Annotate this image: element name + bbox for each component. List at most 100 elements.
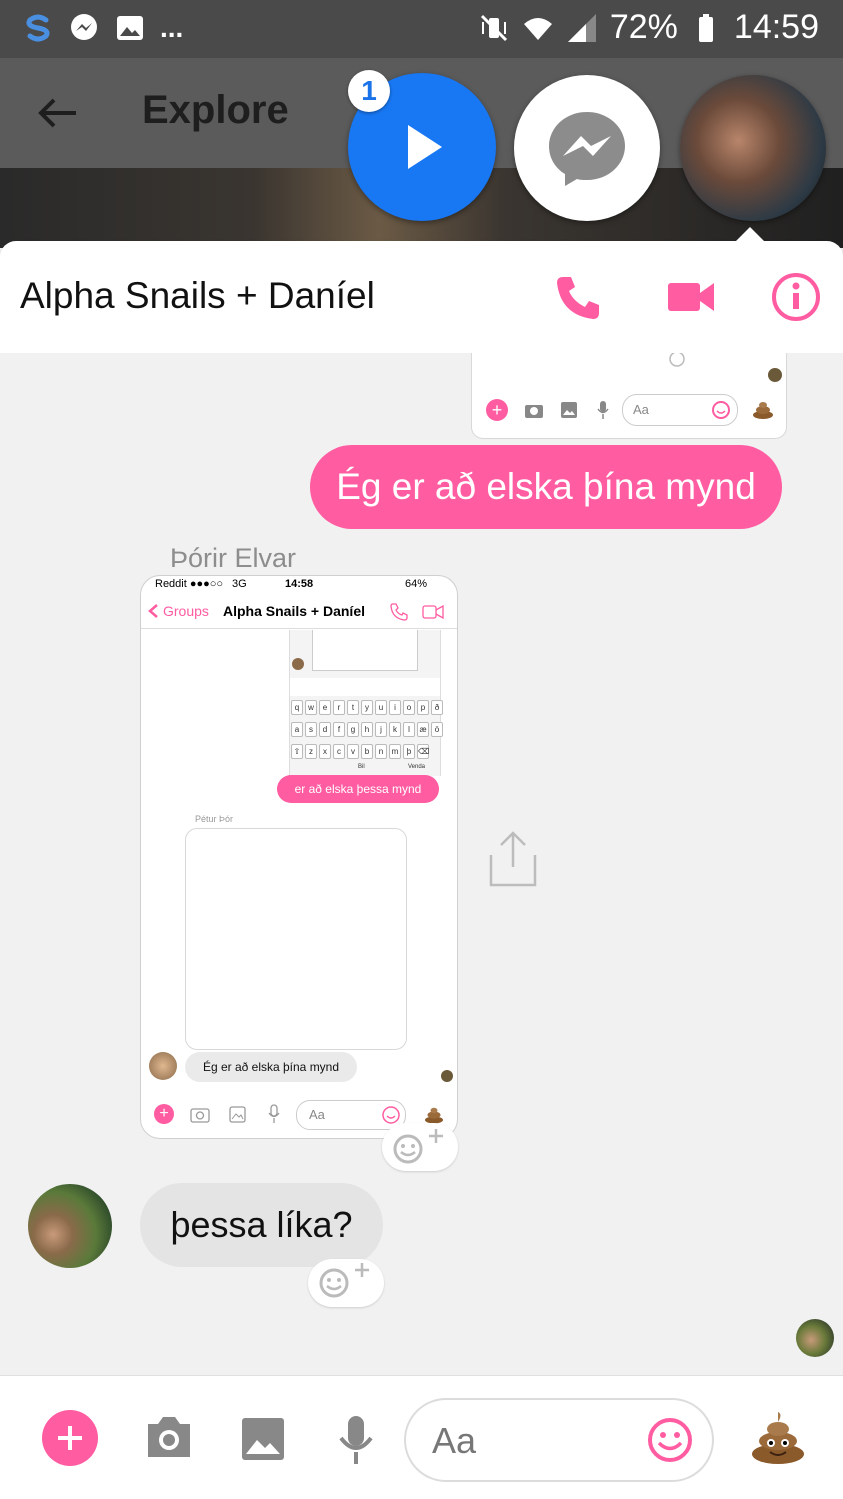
key: s xyxy=(305,722,317,737)
key: ö xyxy=(431,722,443,737)
microphone-icon[interactable] xyxy=(336,1414,376,1466)
key: d xyxy=(319,722,331,737)
mini-gallery-icon xyxy=(561,402,577,418)
shot-mic-icon xyxy=(268,1104,280,1123)
gallery-notification-icon xyxy=(117,16,143,40)
battery-icon xyxy=(698,13,713,42)
outgoing-message-bubble[interactable]: Ég er að elska þína mynd xyxy=(310,445,782,529)
key: h xyxy=(361,722,373,737)
camera-icon[interactable] xyxy=(144,1414,194,1460)
clock: 14:59 xyxy=(733,8,819,46)
key: p xyxy=(417,700,429,715)
mini-input-placeholder: Aa xyxy=(633,402,649,417)
key: u xyxy=(375,700,387,715)
add-reaction-button[interactable] xyxy=(382,1123,458,1171)
messenger-notification-icon xyxy=(71,14,97,40)
shot-nested-screenshot: qwertyuiopð asdfghjklæö ⇧ z x c v b n m þ ⌫ Bil V… xyxy=(289,630,443,776)
mini-text-input: Aa xyxy=(622,394,738,426)
key: ð xyxy=(431,700,443,715)
s-app-icon xyxy=(26,14,50,42)
key: k xyxy=(389,722,401,737)
share-icon[interactable] xyxy=(488,829,538,887)
shot-battery: 64% xyxy=(405,578,428,590)
shot-nested-box xyxy=(312,630,418,671)
key: a xyxy=(291,722,303,737)
composer-bar: Aa xyxy=(0,1375,843,1499)
key: r xyxy=(333,700,345,715)
shot-input-placeholder: Aa xyxy=(309,1107,325,1122)
shot-sender-name: Pétur Þór xyxy=(195,814,234,824)
shot-title: Alpha Snails + Daníel xyxy=(223,603,365,619)
message-list[interactable]: + Aa Ég er að elska þína mynd Þórir Elva… xyxy=(0,353,843,1375)
add-reaction-icon xyxy=(393,1129,443,1164)
shot-read-avatar xyxy=(441,1070,453,1082)
shot-time: 14:58 xyxy=(285,578,314,590)
shot-image-placeholder xyxy=(185,828,407,1050)
previous-image-message[interactable]: + Aa xyxy=(471,353,787,439)
phone-call-icon[interactable] xyxy=(553,271,605,323)
read-receipt-avatar xyxy=(796,1319,834,1357)
shot-camera-icon xyxy=(190,1108,210,1123)
key: þ xyxy=(403,744,415,759)
key: x xyxy=(319,744,331,759)
sender-name: Þórir Elvar xyxy=(170,543,297,573)
mini-mic-icon xyxy=(597,401,609,419)
shot-poop-icon xyxy=(425,1107,443,1124)
shot-video-icon xyxy=(422,604,444,620)
header-pointer xyxy=(736,227,764,241)
key: i xyxy=(389,700,401,715)
sender-avatar[interactable] xyxy=(28,1184,112,1268)
key: g xyxy=(347,722,359,737)
back-arrow-icon[interactable] xyxy=(34,90,80,136)
shot-network: 3G xyxy=(232,578,247,590)
shot-back-label: Groups xyxy=(163,603,209,619)
key: c xyxy=(333,744,345,759)
video-call-icon[interactable] xyxy=(666,271,718,323)
shot-header-divider xyxy=(141,628,457,629)
shot-add-icon: + xyxy=(154,1104,174,1124)
key: l xyxy=(403,722,415,737)
play-icon xyxy=(408,125,442,169)
emoji-icon[interactable] xyxy=(646,1416,694,1464)
shared-screenshot-image[interactable]: Reddit ●●●○○ 3G 14:58 64% Groups Alpha S… xyxy=(140,575,458,1139)
key: z xyxy=(305,744,317,759)
shot-nested-toolbar xyxy=(290,678,440,696)
shot-phone-icon xyxy=(390,603,408,621)
mini-emoji-icon xyxy=(712,401,730,419)
incoming-message-bubble[interactable]: þessa líka? xyxy=(140,1183,383,1267)
shot-carrier: Reddit ●●●○○ xyxy=(155,578,224,590)
add-reaction-button[interactable] xyxy=(308,1259,384,1307)
shot-gray-message: Ég er að elska þína mynd xyxy=(185,1052,357,1082)
shot-space-key: Bil xyxy=(358,764,365,770)
info-icon[interactable] xyxy=(770,271,822,323)
shot-nested-avatar xyxy=(292,658,304,670)
shot-keyboard-row-1: qwertyuiopð xyxy=(291,700,443,715)
signal-icon xyxy=(567,13,596,42)
shot-pink-message: er að elska þessa mynd xyxy=(277,775,439,803)
shot-sender-avatar xyxy=(149,1052,177,1080)
key: w xyxy=(305,700,317,715)
shot-back-chevron-icon xyxy=(148,604,158,618)
status-bar: ... 72% 14:59 xyxy=(0,0,843,58)
shot-send-key: Venda xyxy=(408,764,426,770)
page-title: Explore xyxy=(142,88,289,132)
backspace-key-icon: ⌫ xyxy=(417,744,429,759)
chat-head-messenger[interactable] xyxy=(514,75,660,221)
wifi-icon xyxy=(523,17,552,40)
key: j xyxy=(375,722,387,737)
mini-poop-icon xyxy=(753,402,773,419)
add-reaction-icon xyxy=(319,1263,369,1298)
gallery-icon[interactable] xyxy=(240,1416,286,1462)
key: e xyxy=(319,700,331,715)
add-button[interactable] xyxy=(42,1410,98,1466)
shift-key-icon: ⇧ xyxy=(291,744,303,759)
message-input[interactable]: Aa xyxy=(404,1398,714,1482)
poop-emoji-icon[interactable] xyxy=(750,1410,806,1466)
key: q xyxy=(291,700,303,715)
shot-emoji-icon xyxy=(382,1106,400,1124)
messenger-icon xyxy=(549,112,625,186)
key: t xyxy=(347,700,359,715)
chat-head-group-avatar[interactable] xyxy=(680,75,826,221)
shot-gallery-icon xyxy=(229,1106,246,1123)
key: o xyxy=(403,700,415,715)
